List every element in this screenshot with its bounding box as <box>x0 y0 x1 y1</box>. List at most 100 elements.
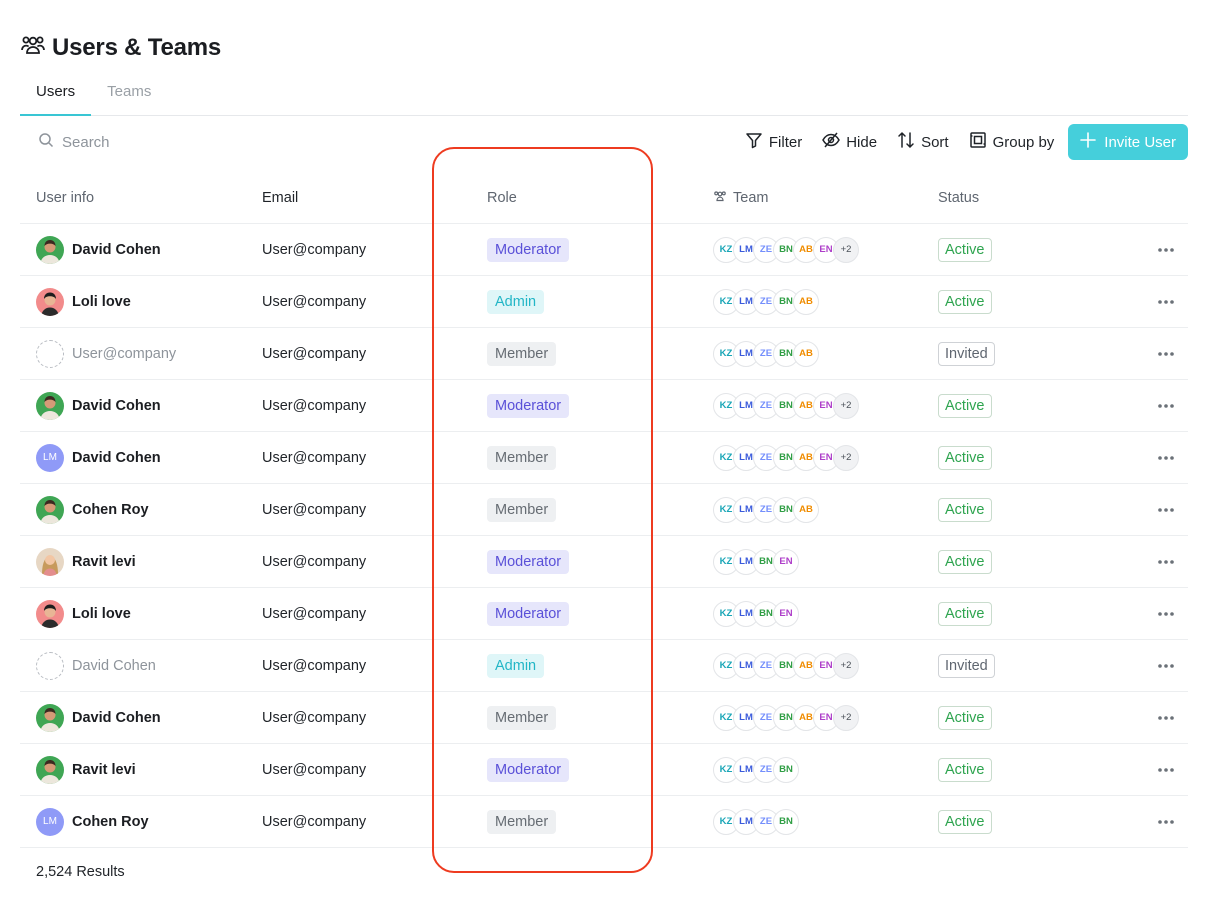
more-options-icon[interactable] <box>1156 500 1176 520</box>
more-options-icon[interactable] <box>1156 656 1176 676</box>
team-chip[interactable]: EN <box>773 548 799 575</box>
more-options-icon[interactable] <box>1156 552 1176 572</box>
user-name[interactable]: David Cohen <box>72 242 161 258</box>
role-cell: Moderator <box>471 601 697 626</box>
table-row[interactable]: David Cohen User@company Moderator KZ LM ZE BN… <box>20 224 1188 276</box>
table-row[interactable]: Loli love User@company Moderator KZ LM BN EN Ac… <box>20 588 1188 640</box>
status-cell: Active <box>922 289 1122 314</box>
role-cell: Member <box>471 705 697 730</box>
avatar <box>36 599 64 628</box>
user-name[interactable]: David Cohen <box>72 710 161 726</box>
user-name[interactable]: David Cohen <box>72 398 161 414</box>
role-badge[interactable]: Moderator <box>487 237 570 262</box>
hide-button[interactable]: Hide <box>822 131 877 153</box>
search-input[interactable]: Search <box>20 132 725 152</box>
invite-user-label: Invite User <box>1104 133 1176 151</box>
team-chip[interactable]: EN <box>773 600 799 627</box>
tab-teams[interactable]: Teams <box>91 70 167 116</box>
user-name[interactable]: Ravit levi <box>72 762 136 778</box>
column-header-email[interactable]: Email <box>246 190 471 206</box>
column-header-team[interactable]: Team <box>697 189 922 207</box>
team-overflow-chip[interactable]: +2 <box>833 392 859 419</box>
status-cell: Invited <box>922 653 1122 678</box>
table-row[interactable]: Loli love User@company Admin KZ LM ZE BN AB Acti… <box>20 276 1188 328</box>
avatar: LM <box>36 807 64 836</box>
user-info-cell: David Cohen <box>20 651 246 680</box>
user-email: User@company <box>262 657 367 674</box>
user-name[interactable]: Ravit levi <box>72 554 136 570</box>
table-row[interactable]: Cohen Roy User@company Member KZ LM ZE BN AB Act… <box>20 484 1188 536</box>
invite-user-button[interactable]: Invite User <box>1068 124 1188 160</box>
users-table: User info Email Role Team Status David C… <box>20 172 1188 848</box>
role-badge[interactable]: Member <box>487 445 557 470</box>
team-overflow-chip[interactable]: +2 <box>833 236 859 263</box>
table-row[interactable]: Ravit levi User@company Moderator KZ LM BN EN A… <box>20 536 1188 588</box>
more-options-icon[interactable] <box>1156 240 1176 260</box>
user-info-cell: LM Cohen Roy <box>20 807 246 836</box>
table-row[interactable]: David Cohen User@company Moderator KZ LM ZE BN… <box>20 380 1188 432</box>
toolbar: Search Filter Hide Sort Group by Invite … <box>20 124 1188 160</box>
role-badge[interactable]: Member <box>487 809 557 834</box>
user-name[interactable]: Cohen Roy <box>72 814 149 830</box>
team-chip[interactable]: BN <box>773 808 799 835</box>
role-badge[interactable]: Member <box>487 341 557 366</box>
user-name[interactable]: User@company <box>72 346 176 362</box>
role-badge[interactable]: Moderator <box>487 393 570 418</box>
role-badge[interactable]: Admin <box>487 289 545 314</box>
team-chip[interactable]: AB <box>793 340 819 367</box>
role-badge[interactable]: Member <box>487 497 557 522</box>
team-chip[interactable]: AB <box>793 288 819 315</box>
user-name[interactable]: Loli love <box>72 294 131 310</box>
role-badge[interactable]: Admin <box>487 653 545 678</box>
table-row[interactable]: David Cohen User@company Admin KZ LM ZE BN AB EN… <box>20 640 1188 692</box>
table-row[interactable]: LM Cohen Roy User@company Member KZ LM ZE BN Act… <box>20 796 1188 848</box>
table-row[interactable]: LM David Cohen User@company Member KZ LM ZE BN A… <box>20 432 1188 484</box>
more-options-icon[interactable] <box>1156 344 1176 364</box>
team-cell: KZ LM ZE BN <box>697 808 922 835</box>
user-name[interactable]: Loli love <box>72 606 131 622</box>
tab-users[interactable]: Users <box>20 70 92 116</box>
avatar <box>36 495 64 524</box>
role-cell: Moderator <box>471 393 697 418</box>
user-info-cell: LM David Cohen <box>20 443 246 472</box>
role-badge[interactable]: Moderator <box>487 549 570 574</box>
role-cell: Member <box>471 341 697 366</box>
more-options-icon[interactable] <box>1156 448 1176 468</box>
filter-button[interactable]: Filter <box>745 131 802 153</box>
user-name[interactable]: David Cohen <box>72 658 156 674</box>
team-chip[interactable]: AB <box>793 496 819 523</box>
table-row[interactable]: User@company User@company Member KZ LM ZE BN AB… <box>20 328 1188 380</box>
role-badge[interactable]: Moderator <box>487 757 570 782</box>
status-badge: Active <box>938 549 992 574</box>
more-options-icon[interactable] <box>1156 760 1176 780</box>
role-badge[interactable]: Moderator <box>487 601 570 626</box>
team-chip[interactable]: BN <box>773 756 799 783</box>
group-icon <box>969 131 987 153</box>
sort-button[interactable]: Sort <box>897 131 949 153</box>
more-options-icon[interactable] <box>1156 292 1176 312</box>
table-row[interactable]: Ravit levi User@company Moderator KZ LM ZE BN A… <box>20 744 1188 796</box>
team-overflow-chip[interactable]: +2 <box>833 652 859 679</box>
user-name[interactable]: David Cohen <box>72 450 161 466</box>
table-row[interactable]: David Cohen User@company Member KZ LM ZE BN AB E… <box>20 692 1188 744</box>
status-cell: Active <box>922 237 1122 262</box>
user-name[interactable]: Cohen Roy <box>72 502 149 518</box>
filter-icon <box>745 131 763 153</box>
team-overflow-chip[interactable]: +2 <box>833 444 859 471</box>
more-options-icon[interactable] <box>1156 604 1176 624</box>
team-overflow-chip[interactable]: +2 <box>833 704 859 731</box>
group-by-button[interactable]: Group by <box>969 131 1054 153</box>
status-cell: Active <box>922 601 1122 626</box>
column-header-status[interactable]: Status <box>922 190 1122 206</box>
column-header-role[interactable]: Role <box>471 190 697 206</box>
avatar: LM <box>36 443 64 472</box>
more-options-icon[interactable] <box>1156 396 1176 416</box>
more-options-icon[interactable] <box>1156 812 1176 832</box>
role-badge[interactable]: Member <box>487 705 557 730</box>
filter-label: Filter <box>768 133 803 151</box>
more-options-icon[interactable] <box>1156 708 1176 728</box>
column-header-user-info[interactable]: User info <box>20 190 246 206</box>
role-cell: Member <box>471 445 697 470</box>
page-header: Users & Teams <box>20 32 221 63</box>
team-header-label: Team <box>733 189 769 206</box>
